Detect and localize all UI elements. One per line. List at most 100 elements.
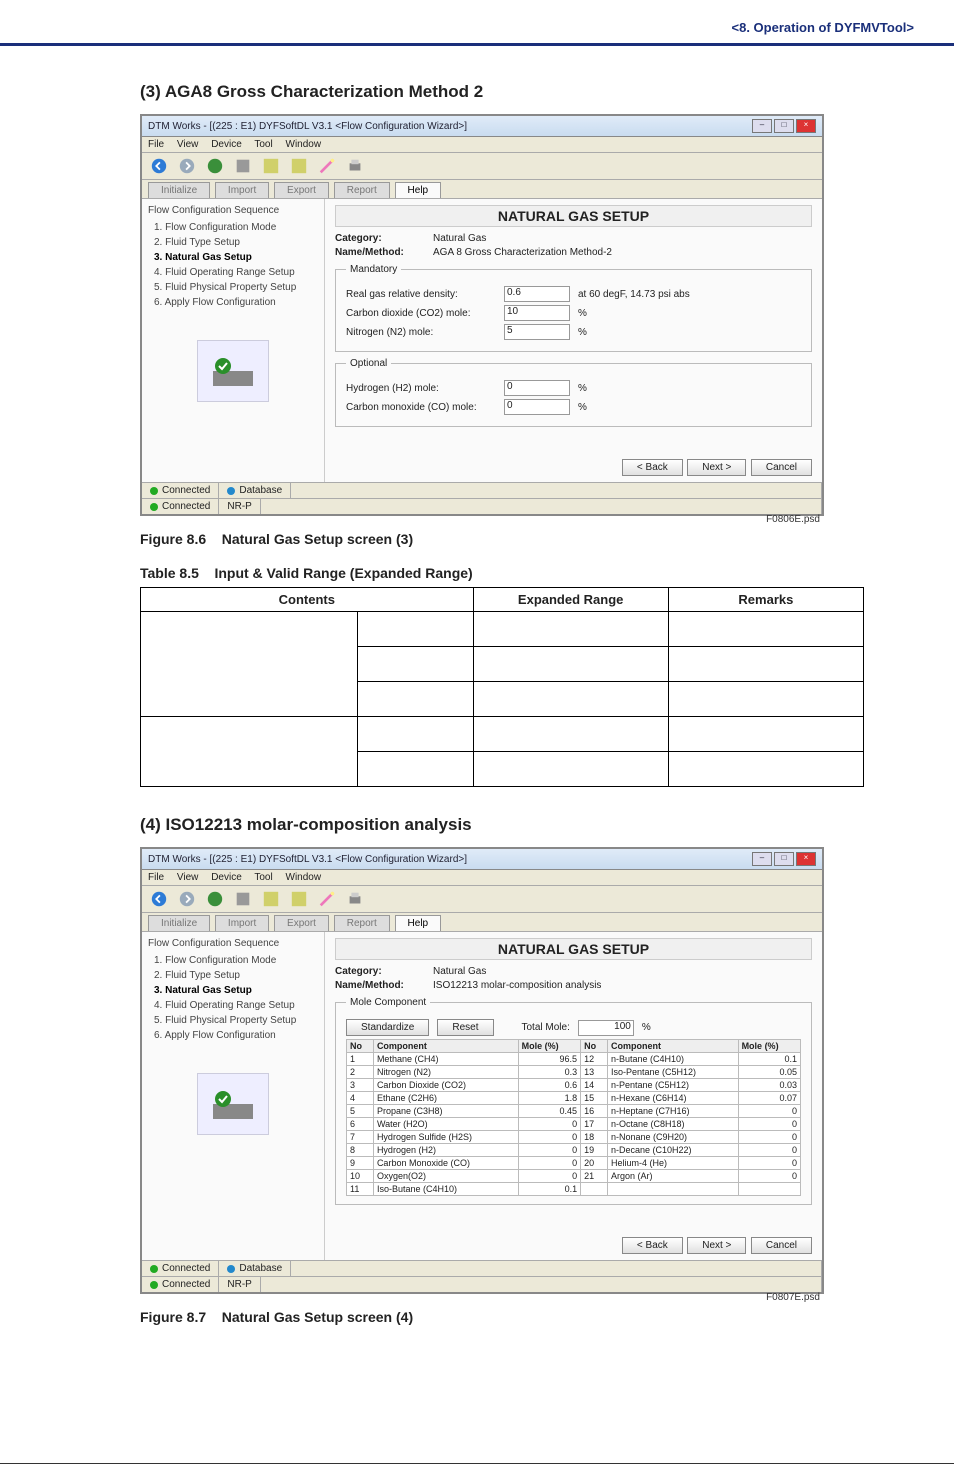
wizard-step-4[interactable]: 4. Fluid Operating Range Setup (148, 265, 318, 280)
tab-export-2[interactable]: Export (274, 915, 329, 931)
wizard-step-2b[interactable]: 2. Fluid Type Setup (148, 968, 318, 983)
back-button-2[interactable]: < Back (622, 1237, 683, 1254)
tab-help-2[interactable]: Help (395, 915, 442, 931)
table-row[interactable]: 3Carbon Dioxide (CO2)0.614n-Pentane (C5H… (347, 1079, 801, 1092)
menu-window[interactable]: Window (286, 139, 322, 150)
density-input[interactable]: 0.6 (504, 286, 570, 302)
component-table[interactable]: NoComponentMole (%)NoComponentMole (%)1M… (346, 1039, 801, 1196)
nav-fwd-icon[interactable] (176, 156, 198, 176)
print-icon-2[interactable] (344, 889, 366, 909)
sidebar-heading-2: Flow Configuration Sequence (148, 938, 318, 949)
globe-icon[interactable] (204, 156, 226, 176)
status-nrp-2: NR-P (227, 1279, 251, 1290)
stop-icon-2[interactable] (232, 889, 254, 909)
table-row[interactable]: 10Oxygen(O2)021Argon (Ar)0 (347, 1170, 801, 1183)
cancel-button-2[interactable]: Cancel (751, 1237, 812, 1254)
reset-button[interactable]: Reset (437, 1019, 493, 1036)
co-unit: % (578, 402, 587, 413)
table-row[interactable]: 11Iso-Butane (C4H10)0.1 (347, 1183, 801, 1196)
h2-input[interactable]: 0 (504, 380, 570, 396)
table-row[interactable]: 1Methane (CH4)96.512n-Butane (C4H10)0.1 (347, 1053, 801, 1066)
wizard-step-1[interactable]: 1. Flow Configuration Mode (148, 220, 318, 235)
wizard-step-5[interactable]: 5. Fluid Physical Property Setup (148, 280, 318, 295)
globe-icon-2[interactable] (204, 889, 226, 909)
status-bar: Connected Database (142, 482, 822, 498)
tab-report[interactable]: Report (334, 182, 390, 198)
tab-initialize[interactable]: Initialize (148, 182, 210, 198)
wizard-step-6b[interactable]: 6. Apply Flow Configuration (148, 1028, 318, 1043)
menu-view-2[interactable]: View (177, 872, 199, 883)
close-icon-2[interactable]: × (796, 852, 816, 866)
menu-file[interactable]: File (148, 139, 164, 150)
table-row[interactable]: 5Propane (C3H8)0.4516n-Heptane (C7H16)0 (347, 1105, 801, 1118)
cancel-button[interactable]: Cancel (751, 459, 812, 476)
wizard-sidebar: Flow Configuration Sequence 1. Flow Conf… (142, 199, 325, 482)
menu-device[interactable]: Device (211, 139, 242, 150)
wizard-main: NATURAL GAS SETUP Category: Natural Gas … (325, 199, 822, 482)
tab-import-2[interactable]: Import (215, 915, 269, 931)
menu-tool[interactable]: Tool (254, 139, 272, 150)
status-database: Database (239, 485, 282, 496)
fig87-filenum: F0807E.psd (140, 1292, 820, 1303)
window-titlebar: DTM Works - [(225 : E1) DYFSoftDL V3.1 <… (142, 116, 822, 137)
status-connected-2: Connected (162, 501, 210, 512)
wizard-step-5b[interactable]: 5. Fluid Physical Property Setup (148, 1013, 318, 1028)
wizard-step-2[interactable]: 2. Fluid Type Setup (148, 235, 318, 250)
tab-import[interactable]: Import (215, 182, 269, 198)
n2-input[interactable]: 5 (504, 324, 570, 340)
next-button-2[interactable]: Next > (687, 1237, 746, 1254)
co2-input[interactable]: 10 (504, 305, 570, 321)
table-row[interactable]: 9Carbon Monoxide (CO)020Helium-4 (He)0 (347, 1157, 801, 1170)
stop-icon[interactable] (232, 156, 254, 176)
wizard-step-1b[interactable]: 1. Flow Configuration Mode (148, 953, 318, 968)
next-button[interactable]: Next > (687, 459, 746, 476)
wizard-icon[interactable] (316, 156, 338, 176)
table-row[interactable]: 2Nitrogen (N2)0.313Iso-Pentane (C5H12)0.… (347, 1066, 801, 1079)
tab-export[interactable]: Export (274, 182, 329, 198)
wizard-step-4b[interactable]: 4. Fluid Operating Range Setup (148, 998, 318, 1013)
menu-window-2[interactable]: Window (286, 872, 322, 883)
tool-icon-2[interactable] (288, 156, 310, 176)
nav-back-icon-2[interactable] (148, 889, 170, 909)
menu-view[interactable]: View (177, 139, 199, 150)
tool-icon-1b[interactable] (260, 889, 282, 909)
tool-icon-2b[interactable] (288, 889, 310, 909)
tab-report-2[interactable]: Report (334, 915, 390, 931)
maximize-icon-2[interactable]: □ (774, 852, 794, 866)
wizard-icon-2[interactable] (316, 889, 338, 909)
close-icon[interactable]: × (796, 119, 816, 133)
fig86-caption: Figure 8.6 Natural Gas Setup screen (3) (140, 531, 864, 547)
tool-icon-1[interactable] (260, 156, 282, 176)
nav-back-icon[interactable] (148, 156, 170, 176)
nav-fwd-icon-2[interactable] (176, 889, 198, 909)
wizard-step-3[interactable]: 3. Natural Gas Setup (148, 250, 318, 265)
standardize-button[interactable]: Standardize (346, 1019, 429, 1036)
toolbar (142, 153, 822, 180)
total-mole-value: 100 (578, 1020, 634, 1036)
back-button[interactable]: < Back (622, 459, 683, 476)
table-row[interactable]: 8Hydrogen (H2)019n-Decane (C10H22)0 (347, 1144, 801, 1157)
sidebar-illustration-2 (197, 1073, 269, 1135)
tab-initialize-2[interactable]: Initialize (148, 915, 210, 931)
menu-tool-2[interactable]: Tool (254, 872, 272, 883)
table-row[interactable]: 6Water (H2O)017n-Octane (C8H18)0 (347, 1118, 801, 1131)
maximize-icon[interactable]: □ (774, 119, 794, 133)
mandatory-legend: Mandatory (346, 264, 401, 275)
status-connected: Connected (162, 485, 210, 496)
minimize-icon-2[interactable]: – (752, 852, 772, 866)
connected-icon-3 (150, 1265, 158, 1273)
menu-file-2[interactable]: File (148, 872, 164, 883)
optional-fieldset: Optional Hydrogen (H2) mole:0% Carbon mo… (335, 358, 812, 427)
menu-bar-2: File View Device Tool Window (142, 870, 822, 886)
method-label: Name/Method: (335, 247, 425, 258)
density-unit: at 60 degF, 14.73 psi abs (578, 289, 690, 300)
co-input[interactable]: 0 (504, 399, 570, 415)
tab-help[interactable]: Help (395, 182, 442, 198)
wizard-step-3b[interactable]: 3. Natural Gas Setup (148, 983, 318, 998)
print-icon[interactable] (344, 156, 366, 176)
table-row[interactable]: 7Hydrogen Sulfide (H2S)018n-Nonane (C9H2… (347, 1131, 801, 1144)
table-row[interactable]: 4Ethane (C2H6)1.815n-Hexane (C6H14)0.07 (347, 1092, 801, 1105)
minimize-icon[interactable]: – (752, 119, 772, 133)
wizard-step-6[interactable]: 6. Apply Flow Configuration (148, 295, 318, 310)
menu-device-2[interactable]: Device (211, 872, 242, 883)
